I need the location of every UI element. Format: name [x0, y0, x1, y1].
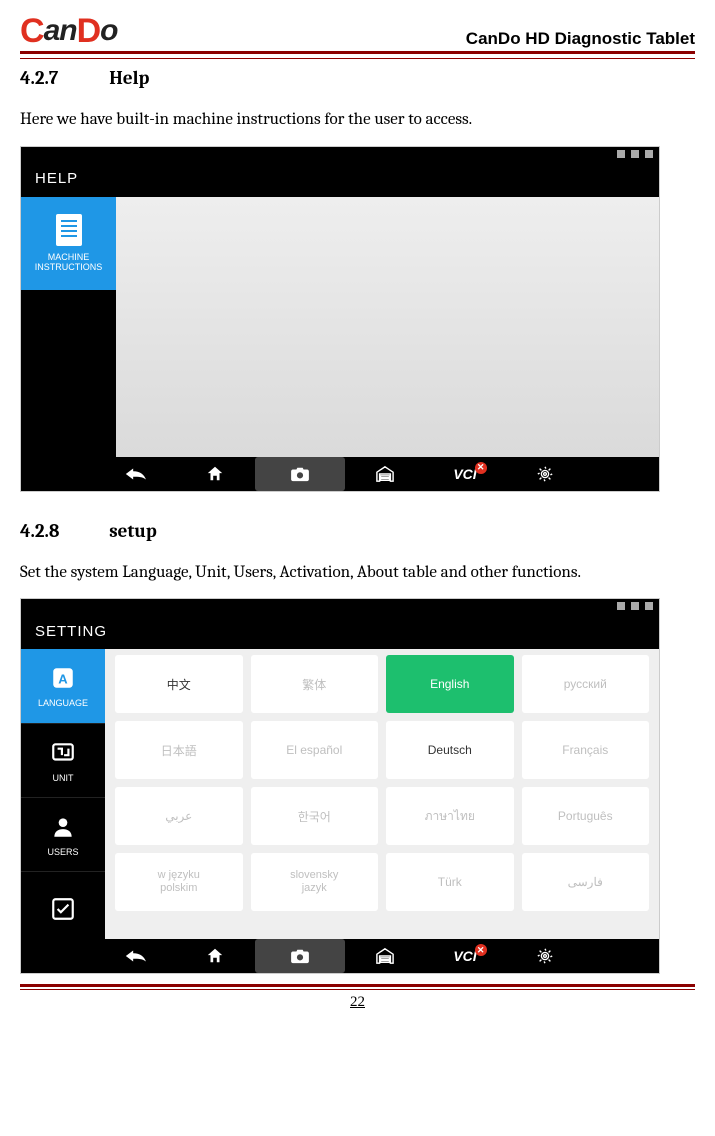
section-number: 4.2.7	[20, 67, 105, 89]
gear-icon	[536, 947, 554, 965]
screenshot-button[interactable]	[255, 939, 345, 973]
language-option[interactable]: English	[386, 655, 514, 713]
sidebar-item-label: USERS	[47, 847, 78, 857]
garage-icon	[375, 947, 395, 965]
user-icon	[49, 813, 77, 841]
language-grid: 中文繁体Englishрусский 日本語El españolDeutschFr…	[105, 649, 659, 939]
sidebar-item-users[interactable]: USERS	[21, 797, 105, 871]
check-icon	[49, 895, 77, 923]
back-button[interactable]	[95, 457, 175, 491]
home-icon	[206, 465, 224, 483]
lang-icon: A	[49, 664, 77, 692]
home-button[interactable]	[175, 939, 255, 973]
language-option[interactable]: El español	[251, 721, 379, 779]
language-option[interactable]: Português	[522, 787, 650, 845]
screenshot-button[interactable]	[255, 457, 345, 491]
status-icon	[617, 602, 625, 610]
setting-screenshot: SETTING A LANGUAGE UNIT USERS 中文繁体Englishру…	[20, 598, 660, 974]
vci-label: VCI✕	[453, 466, 476, 482]
language-row: 日本語El españolDeutschFrançais	[115, 721, 649, 779]
language-option[interactable]: عربي	[115, 787, 243, 845]
section-title: Help	[109, 67, 149, 89]
vci-button[interactable]: VCI✕	[425, 457, 505, 491]
gear-icon	[536, 465, 554, 483]
camera-icon	[290, 466, 310, 482]
back-arrow-icon	[124, 949, 146, 963]
vci-label: VCI✕	[453, 948, 476, 964]
language-row: عربي한국어ภาษาไทยPortuguês	[115, 787, 649, 845]
footer-rule: 22	[20, 989, 695, 1011]
section-heading-setup: 4.2.8 setup	[20, 520, 695, 542]
page-number: 22	[350, 994, 365, 1010]
home-icon	[206, 947, 224, 965]
language-option[interactable]: Türk	[386, 853, 514, 911]
back-arrow-icon	[124, 467, 146, 481]
section-heading-help: 4.2.7 Help	[20, 67, 695, 89]
vci-error-icon: ✕	[475, 462, 487, 474]
logo-text: CanDo	[20, 10, 117, 49]
garage-icon	[375, 465, 395, 483]
svg-text:A: A	[58, 672, 68, 687]
home-button[interactable]	[175, 457, 255, 491]
garage-button[interactable]	[345, 939, 425, 973]
section-body-setup: Set the system Language, Unit, Users, Ac…	[20, 558, 695, 589]
vci-error-icon: ✕	[475, 944, 487, 956]
android-statusbar	[21, 599, 659, 613]
help-content-area	[116, 197, 659, 457]
footer-rule	[20, 984, 695, 987]
header-rule	[20, 58, 695, 59]
app-body: MACHINE INSTRUCTIONS	[21, 197, 659, 457]
sidebar-item-check[interactable]	[21, 871, 105, 945]
app-titlebar: SETTING	[21, 613, 659, 649]
language-option[interactable]: 日本語	[115, 721, 243, 779]
sidebar-item-machine-instructions[interactable]: MACHINE INSTRUCTIONS	[21, 197, 116, 290]
sidebar-item-label: LANGUAGE	[38, 698, 88, 708]
header-title: CanDo HD Diagnostic Tablet	[466, 29, 695, 49]
android-statusbar	[21, 147, 659, 161]
back-button[interactable]	[95, 939, 175, 973]
language-option[interactable]: 中文	[115, 655, 243, 713]
camera-icon	[290, 948, 310, 964]
app-titlebar: HELP	[21, 161, 659, 197]
setting-sidebar: A LANGUAGE UNIT USERS	[21, 649, 105, 939]
language-option[interactable]: русский	[522, 655, 650, 713]
language-option[interactable]: 한국어	[251, 787, 379, 845]
garage-button[interactable]	[345, 457, 425, 491]
sidebar-item-language[interactable]: A LANGUAGE	[21, 649, 105, 723]
settings-button[interactable]	[505, 457, 585, 491]
page-footer: 22	[20, 984, 695, 1011]
help-sidebar: MACHINE INSTRUCTIONS	[21, 197, 116, 457]
language-row: 中文繁体Englishрусский	[115, 655, 649, 713]
status-icon	[645, 602, 653, 610]
android-navbar: VCI✕	[21, 939, 659, 973]
sidebar-item-label: MACHINE INSTRUCTIONS	[35, 252, 103, 272]
language-option[interactable]: slovensky jazyk	[251, 853, 379, 911]
android-navbar: VCI✕	[21, 457, 659, 491]
language-option[interactable]: فارسی	[522, 853, 650, 911]
language-row: w języku polskimslovensky jazykTürkفارسی	[115, 853, 649, 911]
section-title: setup	[109, 520, 157, 542]
language-option[interactable]: Deutsch	[386, 721, 514, 779]
sidebar-item-label: UNIT	[53, 773, 74, 783]
page-header: CanDo CanDo HD Diagnostic Tablet	[20, 10, 695, 54]
language-option[interactable]: Français	[522, 721, 650, 779]
document-icon	[56, 214, 82, 246]
section-body-help: Here we have built-in machine instructio…	[20, 105, 695, 136]
status-icon	[645, 150, 653, 158]
sidebar-item-unit[interactable]: UNIT	[21, 723, 105, 797]
status-icon	[617, 150, 625, 158]
language-option[interactable]: ภาษาไทย	[386, 787, 514, 845]
section-number: 4.2.8	[20, 520, 105, 542]
unit-icon	[49, 739, 77, 767]
logo: CanDo	[20, 10, 117, 49]
setting-body: A LANGUAGE UNIT USERS 中文繁体Englishрусский 日本語…	[21, 649, 659, 939]
language-option[interactable]: w języku polskim	[115, 853, 243, 911]
vci-button[interactable]: VCI✕	[425, 939, 505, 973]
settings-button[interactable]	[505, 939, 585, 973]
language-option[interactable]: 繁体	[251, 655, 379, 713]
help-screenshot: HELP MACHINE INSTRUCTIONS VCI✕	[20, 146, 660, 492]
status-icon	[631, 150, 639, 158]
status-icon	[631, 602, 639, 610]
